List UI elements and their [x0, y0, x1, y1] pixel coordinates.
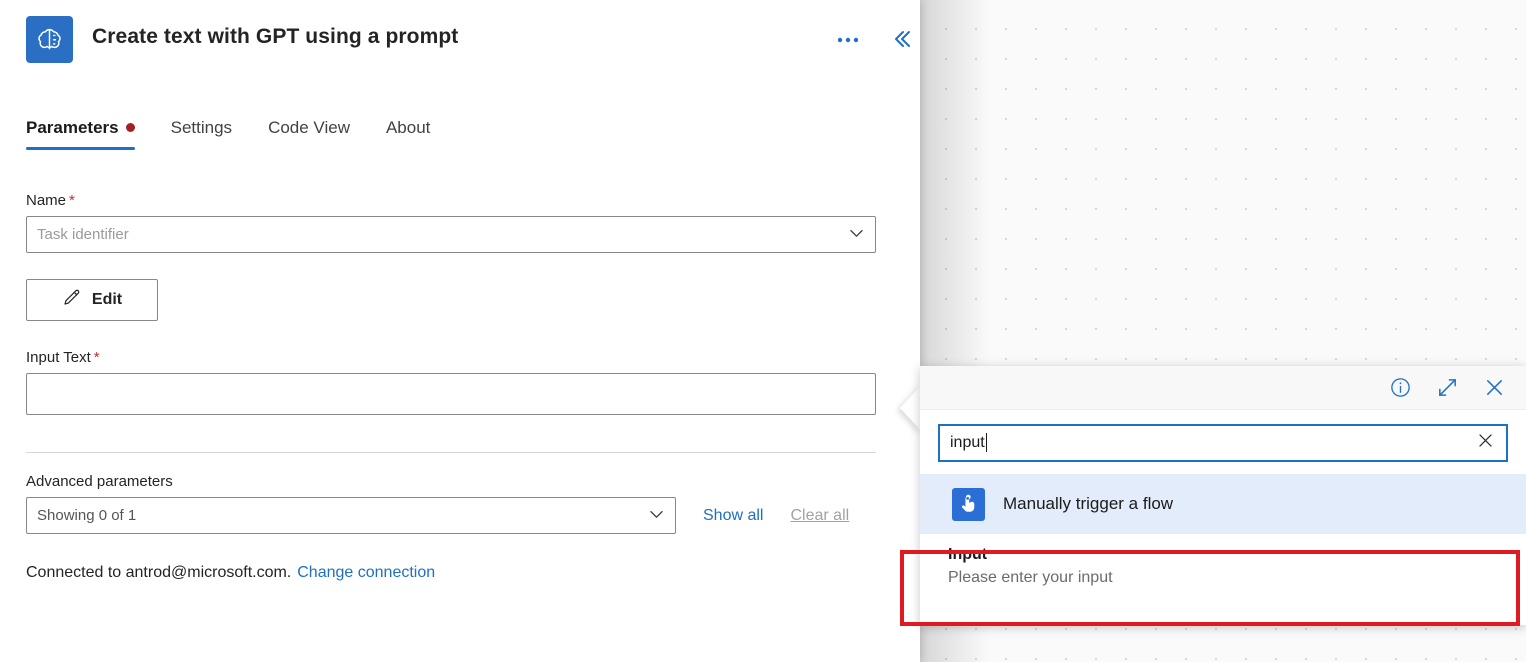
- callout-toolbar: [920, 366, 1526, 410]
- change-connection-link[interactable]: Change connection: [297, 564, 435, 581]
- result-title: Input: [948, 546, 988, 563]
- section-divider: [26, 452, 876, 453]
- connection-status: Connected to antrod@microsoft.com. Change…: [26, 564, 876, 582]
- tab-settings-label: Settings: [170, 118, 233, 137]
- advanced-parameters-label: Advanced parameters: [26, 473, 173, 490]
- name-label-text: Name: [26, 192, 67, 209]
- chevron-down-icon: [647, 504, 666, 527]
- tab-parameters-dot: [125, 123, 135, 133]
- input-text-field[interactable]: [26, 373, 876, 415]
- input-text-label-text: Input Text: [26, 349, 91, 366]
- more-options-button[interactable]: [832, 25, 864, 55]
- chevron-down-icon: [847, 223, 866, 246]
- page-title: Create text with GPT using a prompt: [92, 25, 459, 48]
- callout-pointer: [900, 384, 922, 432]
- name-field-label: Name *: [26, 192, 876, 209]
- name-required-marker: *: [69, 192, 75, 209]
- dynamic-content-panel: input Manually trigger a flow Input Plea…: [920, 366, 1526, 625]
- advanced-parameters-dropdown[interactable]: Showing 0 of 1: [26, 497, 676, 534]
- expand-icon[interactable]: [1436, 376, 1459, 399]
- action-details-card: Create text with GPT using a prompt Para…: [0, 0, 920, 662]
- ai-brain-icon: [26, 16, 73, 63]
- pencil-icon: [62, 288, 81, 312]
- dynamic-content-group-manually-trigger-a-flow[interactable]: Manually trigger a flow: [920, 474, 1526, 534]
- group-label: Manually trigger a flow: [1003, 494, 1174, 513]
- result-description: Please enter your input: [948, 569, 1113, 586]
- tab-active-underline: [26, 147, 135, 150]
- tab-code-view-label: Code View: [268, 118, 350, 137]
- tab-parameters[interactable]: Parameters: [26, 118, 161, 150]
- input-text-required-marker: *: [93, 349, 100, 366]
- clear-all-link[interactable]: Clear all: [790, 507, 849, 525]
- dynamic-content-search-input[interactable]: input: [938, 424, 1508, 462]
- text-caret: [985, 432, 987, 452]
- parameters-form: Name * Task identifier Edit Input Text *…: [26, 192, 876, 582]
- screen-root: Create text with GPT using a prompt Para…: [0, 0, 1526, 662]
- input-text-field-label: Input Text *: [26, 349, 876, 366]
- name-dropdown[interactable]: Task identifier: [26, 216, 876, 253]
- tap-hand-icon: [952, 487, 985, 521]
- advanced-parameters-row: Showing 0 of 1 Show all Clear all: [26, 497, 876, 534]
- dynamic-content-item-input[interactable]: Input Please enter your input: [920, 534, 1526, 600]
- tab-about[interactable]: About: [376, 118, 456, 150]
- info-icon[interactable]: [1389, 376, 1412, 399]
- tab-bar: Parameters Settings Code View About: [26, 118, 456, 150]
- search-input-value: input: [950, 434, 985, 451]
- card-header: Create text with GPT using a prompt: [0, 0, 920, 80]
- edit-button[interactable]: Edit: [26, 279, 158, 321]
- clear-search-icon[interactable]: [1476, 431, 1495, 455]
- show-all-link[interactable]: Show all: [703, 507, 763, 525]
- search-section: input: [920, 410, 1526, 474]
- edit-button-label: Edit: [91, 291, 123, 308]
- tab-settings[interactable]: Settings: [161, 118, 258, 150]
- name-dropdown-value: Task identifier: [37, 226, 129, 243]
- close-icon[interactable]: [1483, 376, 1506, 399]
- collapse-panel-button[interactable]: [884, 23, 916, 55]
- tab-parameters-label: Parameters: [26, 118, 119, 137]
- tab-code-view[interactable]: Code View: [258, 118, 376, 150]
- advanced-parameters-value: Showing 0 of 1: [37, 507, 137, 524]
- tab-about-label: About: [385, 118, 431, 137]
- connection-text: Connected to antrod@microsoft.com.: [26, 564, 292, 581]
